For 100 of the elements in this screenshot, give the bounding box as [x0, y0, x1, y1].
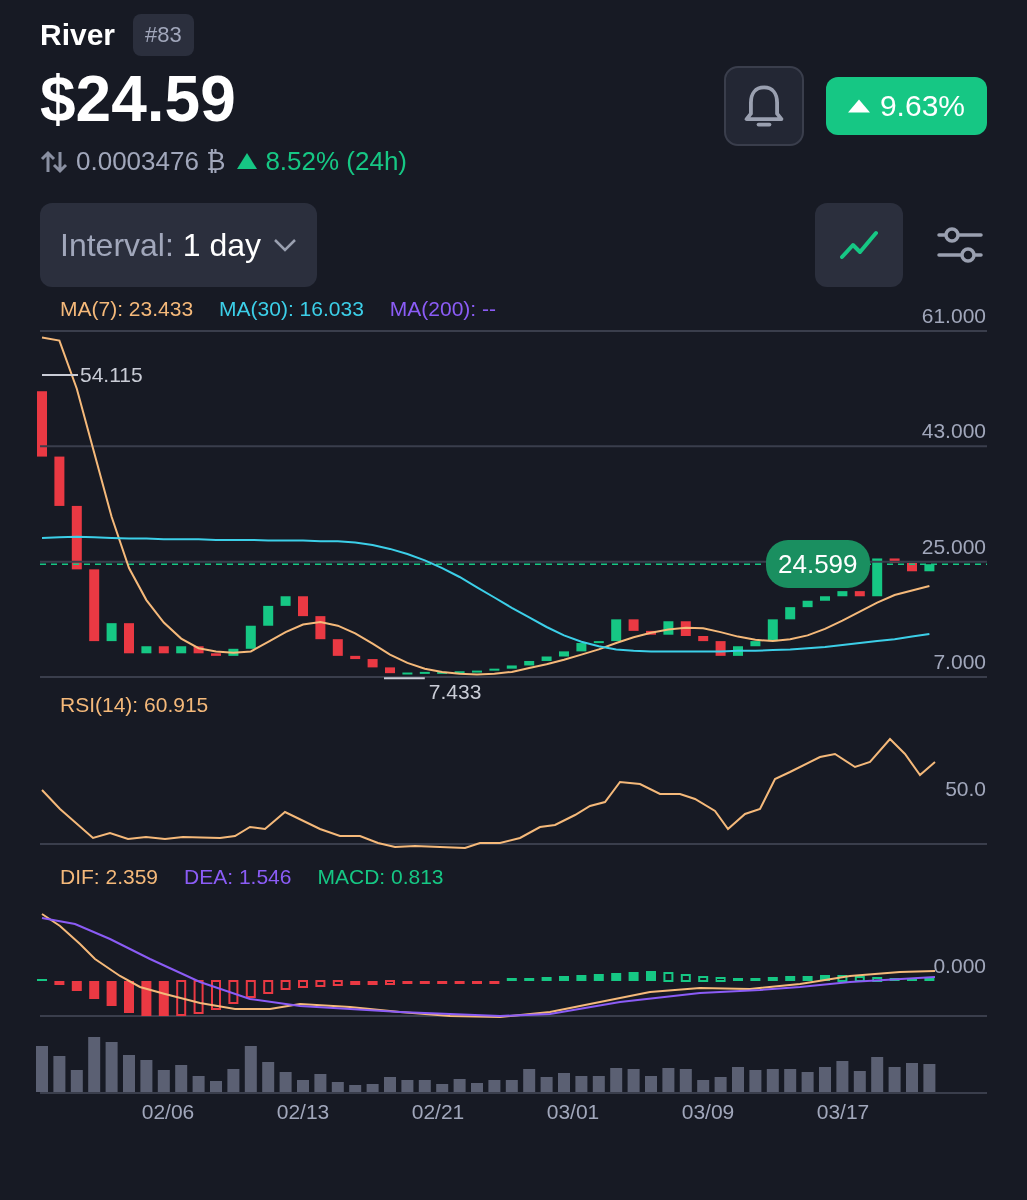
candle — [419, 671, 430, 674]
volume-bar — [366, 1084, 379, 1092]
macd-bar — [837, 975, 848, 982]
volume-bar — [210, 1081, 222, 1092]
indicator-label: DEA: 1.546 — [184, 865, 292, 889]
candle — [211, 653, 221, 656]
candle — [785, 607, 796, 620]
candle — [489, 668, 500, 671]
macd-bar — [263, 980, 274, 994]
candle — [924, 564, 935, 572]
macd-bar — [611, 973, 622, 981]
macd-bar — [211, 980, 221, 1010]
macd-bar — [802, 976, 813, 981]
axis-tick-label: 25.000 — [921, 534, 986, 558]
volume-bar — [453, 1079, 466, 1092]
volume-bar — [836, 1061, 849, 1092]
volume-bar — [801, 1072, 814, 1092]
extreme-value-label: 7.433 — [428, 680, 482, 704]
chevron-down-icon — [273, 238, 297, 252]
interval-dropdown[interactable]: Interval: 1 day — [40, 203, 317, 287]
macd-bar — [576, 975, 587, 981]
candle — [437, 671, 448, 674]
volume-bar — [227, 1069, 240, 1092]
candle — [837, 591, 848, 597]
settings-sliders-icon[interactable] — [937, 225, 983, 265]
candle — [680, 621, 691, 636]
macd-bar — [54, 981, 65, 985]
volume-bar — [436, 1084, 449, 1092]
swap-arrows-icon[interactable] — [40, 149, 68, 174]
volume-bar — [175, 1065, 188, 1092]
line-chart-icon — [839, 229, 879, 261]
candle — [124, 623, 134, 654]
macd-bar — [663, 972, 674, 982]
macd-bar — [280, 980, 291, 990]
volume-bar — [906, 1063, 918, 1092]
macd-bar — [524, 978, 535, 981]
indicator-label: MACD: 0.813 — [317, 865, 444, 889]
line-chart-button[interactable] — [815, 203, 903, 287]
candle — [506, 665, 517, 669]
axis-tick-label: 50.0 — [945, 777, 986, 800]
candle — [802, 600, 813, 608]
volume-bar — [819, 1067, 831, 1092]
extreme-value-label: 54.115 — [80, 363, 143, 387]
macd-bar — [141, 981, 152, 1016]
candle — [71, 505, 82, 570]
leader-line — [383, 677, 426, 680]
macd-bar — [715, 977, 726, 982]
candle — [472, 670, 482, 673]
macd-bar — [472, 981, 482, 984]
macd-bar — [385, 980, 395, 985]
volume-bar — [645, 1076, 657, 1092]
axis-tick-label: 61.000 — [921, 304, 986, 327]
macd-bar — [924, 978, 935, 981]
date-label: 03/17 — [816, 1100, 870, 1123]
candle — [646, 630, 656, 635]
macd-bar — [680, 974, 691, 982]
macd-bar — [298, 980, 308, 988]
candle — [158, 646, 169, 654]
volume-bar — [297, 1080, 309, 1092]
rsi-label: RSI(14): 60.915 — [59, 693, 210, 717]
candle — [193, 646, 204, 654]
candle — [367, 659, 378, 668]
candle — [663, 621, 674, 635]
indicator-label: DIF: 2.359 — [60, 865, 159, 889]
macd-bar — [733, 978, 743, 981]
volume-bar — [749, 1070, 762, 1092]
volume-bar — [714, 1077, 727, 1092]
btc-price: 0.0003476 ₿ — [76, 146, 226, 177]
volume-bar — [331, 1082, 344, 1092]
indicator-label: MA(200): -- — [389, 297, 496, 321]
current-price-badge: 24.599 — [766, 540, 870, 589]
candle — [750, 641, 761, 647]
volume-bar — [88, 1037, 101, 1092]
candle — [907, 562, 917, 572]
date-label: 02/06 — [141, 1100, 195, 1123]
price-value: $24.59 — [40, 62, 237, 136]
volume-bar — [349, 1085, 362, 1092]
candle — [872, 558, 883, 597]
alert-button[interactable] — [723, 66, 804, 146]
macd-bar — [350, 981, 361, 985]
candle — [593, 641, 604, 644]
volume-bar — [575, 1076, 588, 1092]
macd-bar — [402, 981, 413, 984]
volume-bar — [505, 1080, 518, 1092]
candle — [263, 605, 274, 626]
volume-bar — [888, 1067, 901, 1092]
volume-bar — [314, 1074, 327, 1092]
volume-bar — [140, 1060, 153, 1092]
macd-bar — [698, 976, 709, 982]
volume-bar — [471, 1083, 483, 1092]
change-badge: 9.63% — [825, 77, 987, 135]
volume-bar — [244, 1046, 257, 1092]
candle — [611, 619, 622, 642]
axis-tick-label: 43.000 — [921, 419, 986, 443]
macd-bar — [854, 976, 865, 982]
candle — [541, 656, 552, 661]
volume-bar — [123, 1055, 135, 1092]
candle — [245, 625, 256, 649]
candle — [228, 648, 239, 656]
macd-bar — [820, 975, 830, 981]
